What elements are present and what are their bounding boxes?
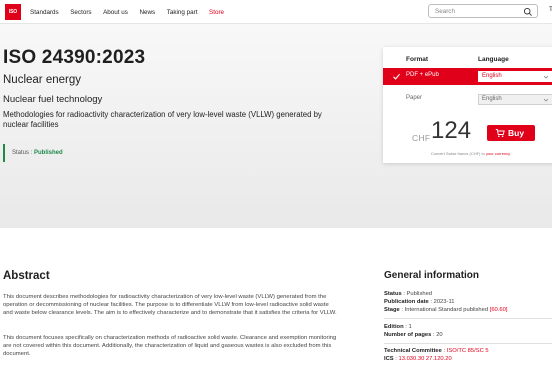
status-label: Status : (12, 150, 35, 156)
buy-label: Buy (508, 128, 525, 138)
cart-icon (495, 129, 505, 138)
chevron-down-icon (543, 75, 549, 79)
language-header: Language (478, 56, 509, 63)
logo-text: ISO (8, 9, 17, 15)
info-value: : 1 (403, 324, 412, 330)
status-badge: Status : Published (3, 144, 63, 162)
main-menu: Standards Sectors About us News Taking p… (30, 0, 236, 24)
language-value: English (482, 73, 502, 79)
info-row-committee: Technical Committee : ISO/TC 85/SC 5 (384, 347, 552, 355)
committee-link[interactable]: ISO/TC 85/SC 5 (447, 348, 489, 354)
divider (384, 343, 552, 344)
info-label: Number of pages (384, 332, 432, 339)
language-select[interactable]: English (478, 94, 552, 105)
search-icon[interactable] (523, 7, 533, 17)
info-row-status: Status : Published (384, 290, 552, 298)
nav-standards[interactable]: Standards (30, 9, 59, 16)
stage-code-link[interactable]: [60.60] (490, 307, 508, 313)
price-currency: CHF (412, 133, 431, 143)
nav-sectors[interactable]: Sectors (70, 9, 91, 16)
language-select[interactable]: English (478, 71, 552, 82)
divider (384, 318, 552, 319)
info-row-pubdate: Publication date : 2023-11 (384, 298, 552, 306)
standard-title: ISO 24390:2023 (3, 47, 146, 68)
search-box[interactable] (428, 4, 538, 18)
buy-button[interactable]: Buy (487, 125, 535, 141)
general-info-heading: General information (384, 270, 480, 281)
format-label: PDF + ePub (406, 72, 439, 78)
convert-text: Convert Swiss francs (CHF) to (430, 151, 486, 156)
ics-link[interactable]: 13.030.30 27.120.20 (399, 356, 452, 362)
iso-logo[interactable]: ISO (5, 4, 21, 20)
info-label: Edition (384, 324, 404, 330)
general-info-edition-block: Edition : 1 Number of pages : 20 (384, 323, 552, 339)
chevron-down-icon (543, 98, 549, 102)
info-value: : 2023-11 (428, 299, 455, 306)
info-value: : Published (401, 291, 433, 297)
info-row-stage: Stage : International Standard published… (384, 306, 552, 314)
nav-news[interactable]: News (139, 9, 155, 16)
info-value: : 20 (431, 332, 443, 339)
top-navigation: ISO Standards Sectors About us News Taki… (0, 0, 552, 24)
info-row-pages: Number of pages : 20 (384, 331, 552, 339)
price-value: 124 (431, 117, 472, 144)
info-label: Technical Committee (384, 348, 442, 354)
format-option-pdf[interactable]: PDF + ePub English (383, 68, 552, 85)
info-row-ics: ICS : 13.030.30 27.120.20 (384, 355, 552, 363)
format-header: Format (406, 56, 429, 63)
info-row-edition: Edition : 1 (384, 323, 552, 331)
buy-card: Format Language PDF + ePub English Paper… (383, 47, 552, 163)
subject-heading: Nuclear energy (3, 74, 81, 86)
nav-store[interactable]: Store (209, 9, 224, 16)
format-option-paper[interactable]: Paper English (383, 91, 552, 108)
language-value: English (482, 96, 502, 102)
abstract-paragraph-2: This document focuses specifically on ch… (3, 335, 337, 358)
subsubject-heading: Nuclear fuel technology (3, 94, 103, 105)
info-value: : International Standard published (399, 307, 490, 314)
nav-taking-part[interactable]: Taking part (167, 9, 198, 16)
info-label: ICS (384, 356, 394, 363)
info-label: Stage (384, 307, 400, 314)
general-info-committee-block: Technical Committee : ISO/TC 85/SC 5 ICS… (384, 347, 552, 363)
search-input[interactable] (435, 7, 515, 16)
info-label: Publication date (384, 299, 429, 306)
status-value: Published (34, 150, 63, 156)
format-label: Paper (406, 95, 423, 101)
nav-about-us[interactable]: About us (103, 9, 128, 16)
abstract-paragraph-1: This document describes methodologies fo… (3, 294, 337, 317)
currency-convert-note: Convert Swiss francs (CHF) to your curre… (383, 151, 552, 156)
info-label: Status (384, 291, 402, 297)
standard-description: Methodologies for radioactivity characte… (3, 110, 322, 129)
convert-link[interactable]: your currency (486, 151, 510, 156)
general-info-status-block: Status : Published Publication date : 20… (384, 290, 552, 315)
check-icon (393, 73, 401, 80)
abstract-heading: Abstract (3, 270, 50, 282)
